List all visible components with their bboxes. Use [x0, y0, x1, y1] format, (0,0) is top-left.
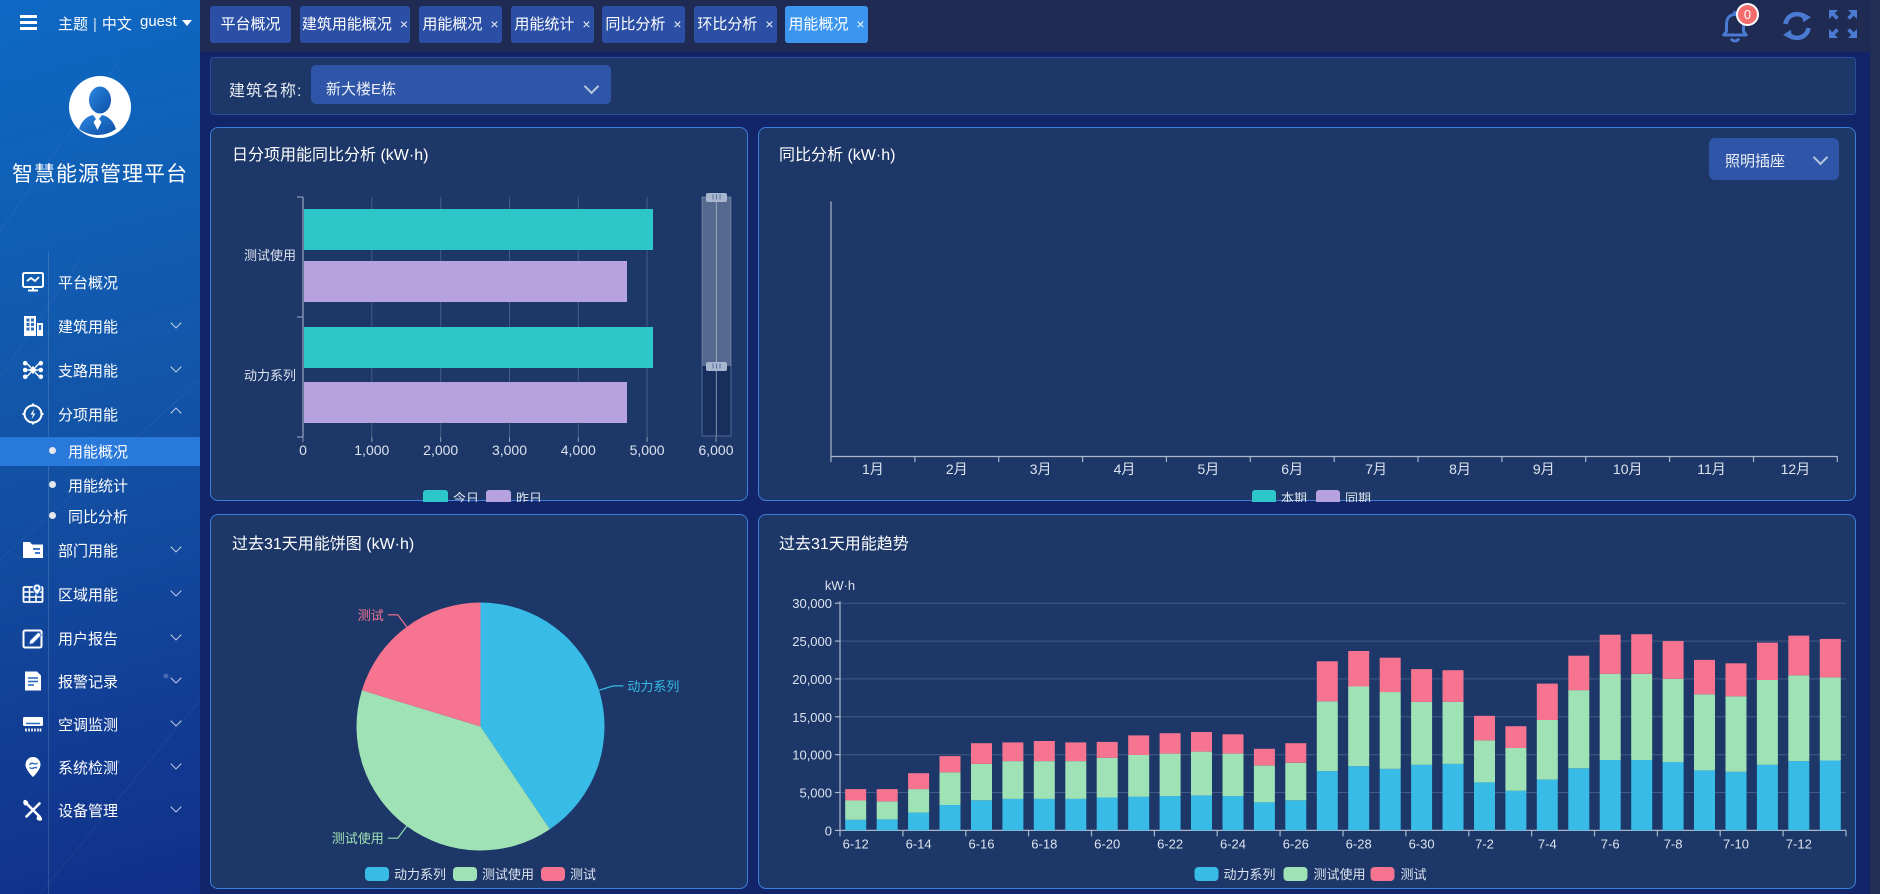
svg-text:动力系列: 动力系列: [244, 368, 296, 383]
svg-text:11月: 11月: [1697, 461, 1726, 477]
svg-text:6-12: 6-12: [843, 837, 869, 852]
svg-text:6-28: 6-28: [1346, 837, 1372, 852]
svg-text:12月: 12月: [1781, 461, 1811, 477]
svg-text:9月: 9月: [1533, 461, 1555, 477]
svg-text:7-6: 7-6: [1601, 837, 1620, 852]
svg-text:6-14: 6-14: [906, 837, 932, 852]
svg-text:2月: 2月: [946, 461, 968, 477]
svg-text:测试使用: 测试使用: [244, 248, 296, 263]
svg-text:7-8: 7-8: [1664, 837, 1683, 852]
svg-text:测试使用: 测试使用: [1314, 867, 1366, 882]
svg-text:5月: 5月: [1198, 461, 1220, 477]
svg-text:2,000: 2,000: [423, 442, 458, 458]
svg-text:本期: 本期: [1281, 491, 1307, 502]
svg-text:6-30: 6-30: [1409, 837, 1435, 852]
svg-text:6-20: 6-20: [1094, 837, 1120, 852]
svg-text:6-26: 6-26: [1283, 837, 1309, 852]
svg-text:今日: 今日: [453, 491, 479, 502]
svg-text:动力系列: 动力系列: [394, 867, 446, 882]
svg-text:7-2: 7-2: [1475, 837, 1494, 852]
svg-text:6-16: 6-16: [968, 837, 994, 852]
svg-text:动力系列: 动力系列: [627, 679, 679, 694]
svg-text:6-22: 6-22: [1157, 837, 1183, 852]
svg-text:7-12: 7-12: [1786, 837, 1812, 852]
svg-text:测试: 测试: [1401, 867, 1427, 882]
svg-text:3月: 3月: [1030, 461, 1052, 477]
svg-text:动力系列: 动力系列: [1224, 867, 1276, 882]
svg-text:6月: 6月: [1281, 461, 1303, 477]
svg-text:1,000: 1,000: [354, 442, 389, 458]
svg-text:7月: 7月: [1365, 461, 1387, 477]
svg-text:20,000: 20,000: [792, 672, 832, 687]
svg-text:测试: 测试: [570, 867, 596, 882]
svg-text:测试: 测试: [358, 608, 384, 623]
svg-text:8月: 8月: [1449, 461, 1471, 477]
svg-text:昨日: 昨日: [516, 491, 542, 502]
svg-text:7-4: 7-4: [1538, 837, 1557, 852]
svg-text:0: 0: [825, 823, 832, 838]
svg-text:25,000: 25,000: [792, 634, 832, 649]
svg-text:0: 0: [299, 442, 307, 458]
svg-text:1月: 1月: [862, 461, 884, 477]
svg-text:5,000: 5,000: [630, 442, 665, 458]
svg-text:同期: 同期: [1345, 491, 1371, 502]
svg-text:4月: 4月: [1114, 461, 1136, 477]
svg-text:6,000: 6,000: [698, 442, 733, 458]
svg-text:30,000: 30,000: [792, 596, 832, 611]
svg-text:kW·h: kW·h: [825, 578, 855, 593]
svg-text:4,000: 4,000: [561, 442, 596, 458]
svg-text:15,000: 15,000: [792, 710, 832, 725]
svg-text:6-18: 6-18: [1031, 837, 1057, 852]
svg-text:测试使用: 测试使用: [332, 831, 384, 846]
svg-text:7-10: 7-10: [1723, 837, 1749, 852]
svg-text:3,000: 3,000: [492, 442, 527, 458]
svg-text:测试使用: 测试使用: [482, 867, 534, 882]
svg-text:10,000: 10,000: [792, 748, 832, 763]
svg-text:10月: 10月: [1613, 461, 1643, 477]
svg-text:5,000: 5,000: [799, 786, 832, 801]
svg-text:6-24: 6-24: [1220, 837, 1246, 852]
